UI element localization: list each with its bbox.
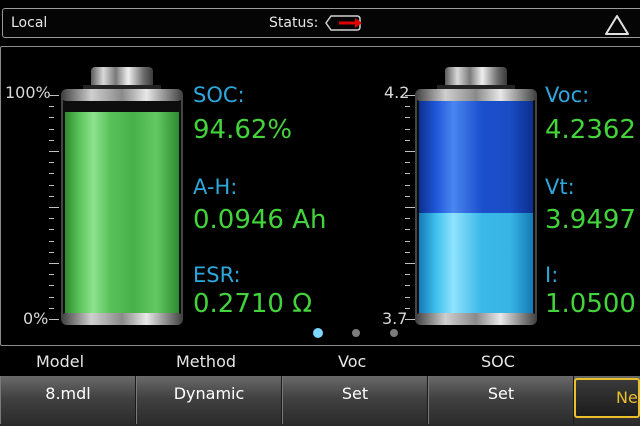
model-column-label: Model [36, 352, 85, 371]
battery-ring-bottom [415, 313, 537, 325]
soc-label: SOC: [193, 83, 245, 107]
scale-tick [405, 95, 415, 96]
scale-tick [405, 218, 410, 219]
scale-tick [405, 117, 410, 118]
battery-cap [445, 67, 507, 85]
scale-tick [49, 129, 54, 130]
voc-value: 4.2362 [545, 115, 636, 145]
scale-tick [405, 297, 410, 298]
model-button[interactable]: 8.mdl [0, 376, 136, 424]
voltage-scale-bottom: 3.7 [382, 309, 408, 328]
softkey-bar: 8.mdl Dynamic Set Set Ne [0, 376, 640, 426]
scale-tick [405, 263, 415, 264]
scale-tick [49, 308, 54, 309]
page-dot-3[interactable] [390, 329, 398, 337]
scale-tick [405, 151, 415, 152]
scale-tick [405, 285, 410, 286]
warning-icon[interactable] [604, 14, 630, 36]
esr-value: 0.2710 Ω [193, 289, 313, 319]
scale-tick [49, 285, 54, 286]
scale-tick [405, 173, 410, 174]
voltage-scale-ticks [405, 95, 415, 320]
scale-tick [49, 218, 54, 219]
status-bar: Local Status: [2, 8, 640, 38]
scale-tick [49, 162, 54, 163]
scale-tick [49, 151, 59, 152]
scale-tick [405, 106, 410, 107]
ah-value: 0.0946 Ah [193, 205, 327, 235]
scale-tick [405, 162, 410, 163]
soc-column-label: SOC [481, 352, 515, 371]
scale-tick [49, 252, 54, 253]
voc-set-button[interactable]: Set [282, 376, 428, 424]
scale-tick [49, 297, 54, 298]
soc-fill-level [65, 112, 179, 313]
voc-column-label: Voc [338, 352, 367, 371]
method-button[interactable]: Dynamic [136, 376, 282, 424]
vt-value: 3.9497 [545, 205, 636, 235]
method-column-label: Method [176, 352, 237, 371]
scale-tick [405, 140, 410, 141]
scale-tick [49, 173, 54, 174]
battery-panel[interactable]: 100% 0% SOC: 94.62% A-H: 0.0946 Ah ESR: … [0, 46, 640, 346]
scale-tick [405, 207, 415, 208]
soc-scale-ticks [49, 95, 59, 320]
page-dot-1[interactable] [313, 328, 323, 338]
scale-tick [49, 241, 54, 242]
current-label: I: [545, 263, 559, 287]
scale-tick [405, 252, 410, 253]
battery-status-icon[interactable] [323, 13, 363, 33]
scale-tick [405, 229, 410, 230]
scale-tick [405, 196, 410, 197]
scale-tick [49, 106, 54, 107]
battery-body [415, 89, 537, 325]
next-button[interactable]: Ne [574, 378, 640, 418]
page-dot-2[interactable] [352, 329, 360, 337]
battery-body [61, 89, 183, 325]
scale-tick [49, 207, 59, 208]
scale-tick [49, 274, 54, 275]
status-label: Status: [269, 15, 319, 31]
voc-fill-segment [419, 101, 533, 213]
scale-tick [405, 185, 410, 186]
soc-battery [61, 67, 183, 329]
scale-tick [49, 263, 59, 264]
scale-tick [405, 241, 410, 242]
soc-set-button[interactable]: Set [428, 376, 574, 424]
scale-tick [49, 196, 54, 197]
scale-tick [405, 308, 410, 309]
scale-tick [49, 95, 59, 96]
scale-tick [49, 319, 59, 320]
scale-tick [405, 319, 415, 320]
vt-label: Vt: [545, 175, 575, 199]
vt-fill-segment [419, 213, 533, 313]
voc-label: Voc: [545, 83, 590, 107]
scale-tick [49, 117, 54, 118]
scale-tick [49, 185, 54, 186]
soc-scale-bottom: 0% [23, 309, 49, 328]
current-value: 1.0500 [545, 289, 636, 319]
scale-tick [405, 274, 410, 275]
esr-label: ESR: [193, 263, 241, 287]
battery-ring-top [415, 89, 537, 101]
voltage-battery [415, 67, 537, 329]
scale-tick [49, 229, 54, 230]
battery-ring-bottom [61, 313, 183, 325]
mode-indicator: Local [11, 15, 48, 31]
soc-value: 94.62% [193, 115, 293, 145]
battery-cap [91, 67, 153, 85]
soc-scale-top: 100% [5, 83, 51, 102]
scale-tick [49, 140, 54, 141]
ah-label: A-H: [193, 175, 238, 199]
battery-ring-top [61, 89, 183, 101]
scale-tick [405, 129, 410, 130]
